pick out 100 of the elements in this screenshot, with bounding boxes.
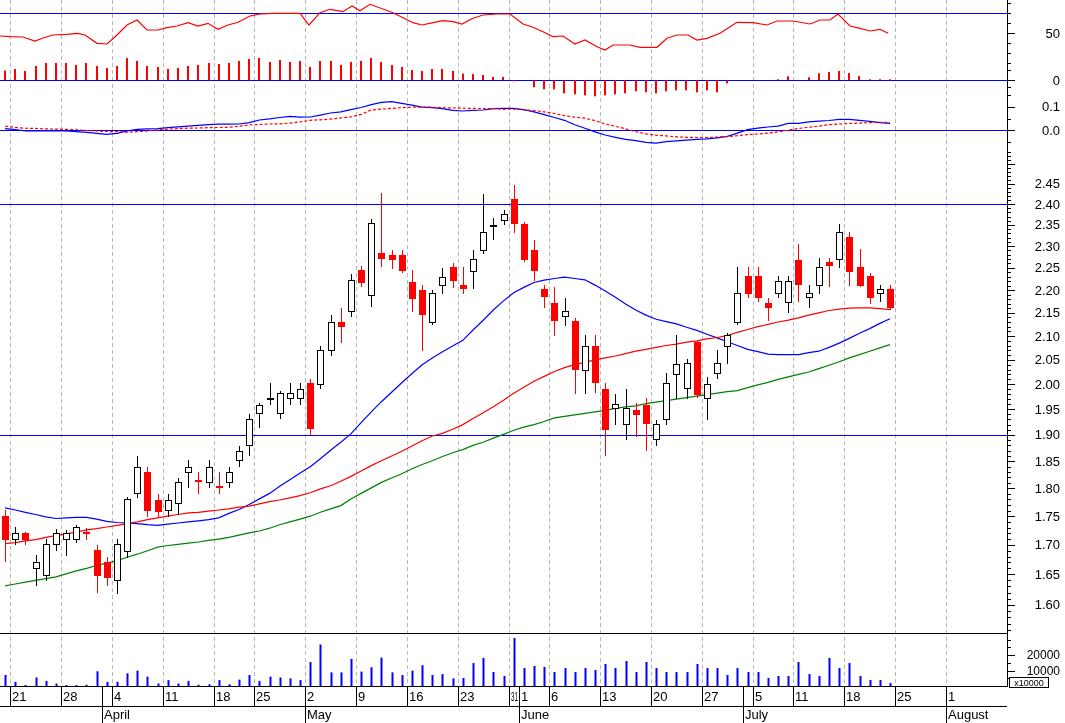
candlestick <box>816 257 823 295</box>
month-label: June <box>521 707 550 722</box>
date-label: 25 <box>897 689 912 704</box>
axis-label: 1.75 <box>1034 508 1060 524</box>
date-label: 11 <box>165 689 179 704</box>
axis-label: 0.1 <box>1041 99 1060 115</box>
candlestick <box>623 388 630 441</box>
candlestick <box>541 284 548 309</box>
axis-label: 20000 <box>1026 648 1060 662</box>
candlestick <box>307 378 314 436</box>
axis-label: 0.0 <box>1041 122 1060 138</box>
candlestick <box>531 239 538 282</box>
candlestick <box>256 402 263 429</box>
axis-label: 1.80 <box>1034 480 1060 496</box>
candlestick <box>480 193 487 255</box>
date-label: 13 <box>602 689 617 704</box>
candlestick <box>134 455 141 499</box>
candlestick <box>836 223 843 269</box>
candlestick <box>460 266 467 295</box>
date-label: 11 <box>795 689 809 704</box>
candlestick <box>450 262 457 289</box>
candlestick <box>663 372 670 426</box>
candlestick <box>633 402 640 438</box>
axis-label: 2.40 <box>1034 196 1060 212</box>
axis-label: 2.10 <box>1034 328 1060 344</box>
candlestick <box>826 257 833 288</box>
date-label: 6 <box>551 689 559 704</box>
axis-label: 2.30 <box>1034 238 1060 254</box>
candlestick <box>206 459 213 489</box>
candlestick <box>246 413 253 457</box>
candlestick <box>745 266 752 299</box>
candlestick <box>338 307 345 344</box>
candlestick <box>83 527 90 541</box>
candlestick <box>806 284 813 309</box>
date-label: 18 <box>216 689 231 704</box>
candlestick <box>63 529 70 557</box>
month-label: July <box>745 707 769 722</box>
candlestick <box>755 266 762 303</box>
candlestick <box>470 249 477 290</box>
candlestick <box>175 477 182 516</box>
candlestick <box>765 297 772 322</box>
candlestick <box>73 524 80 544</box>
candlestick <box>236 445 243 468</box>
candlestick <box>185 459 192 489</box>
candlestick <box>94 544 101 594</box>
axis-label: 1.65 <box>1034 566 1060 582</box>
candlestick <box>317 345 324 390</box>
axis-label: 2.00 <box>1034 376 1060 392</box>
axis-label: 1.60 <box>1034 597 1060 613</box>
candlestick <box>877 284 884 303</box>
date-label: 2 <box>307 689 315 704</box>
candlestick <box>592 334 599 394</box>
month-label: May <box>307 707 332 722</box>
month-label: August <box>948 707 989 722</box>
axis-label: 2.35 <box>1034 217 1060 233</box>
axis-label: 1.70 <box>1034 537 1060 553</box>
candlestick <box>673 334 680 400</box>
candlestick <box>439 267 446 295</box>
date-label: 9 <box>358 689 366 704</box>
candlestick <box>216 471 223 495</box>
candlestick <box>887 284 894 311</box>
date-label: 18 <box>846 689 861 704</box>
candlestick <box>490 217 497 241</box>
candlestick <box>287 382 294 406</box>
candlestick <box>389 249 396 270</box>
candlestick <box>684 358 691 400</box>
date-label: 28 <box>63 689 78 704</box>
candlestick <box>53 528 60 552</box>
candlestick <box>704 376 711 421</box>
candlestick <box>399 249 406 274</box>
candlestick <box>612 393 619 426</box>
candlestick <box>43 538 50 582</box>
axis-label: 1.90 <box>1034 427 1060 443</box>
candlestick <box>267 382 274 406</box>
candlestick <box>358 265 365 288</box>
candlestick <box>144 466 151 518</box>
date-label: 5 <box>755 689 763 704</box>
candlestick <box>114 538 121 595</box>
candlestick <box>562 297 569 327</box>
candlestick <box>582 334 589 395</box>
axis-label: 10000 <box>1026 663 1060 678</box>
candlestick <box>734 266 741 326</box>
date-label: 16 <box>409 689 424 704</box>
candlestick <box>277 390 284 420</box>
candlestick <box>328 314 335 357</box>
candlestick <box>195 471 202 495</box>
axis-label: 2.45 <box>1034 176 1060 192</box>
candlestick <box>501 209 508 226</box>
candlestick <box>551 286 558 337</box>
multiplier-label: x10000 <box>1009 677 1049 688</box>
date-label: 4 <box>114 689 122 704</box>
date-label: 25 <box>256 689 271 704</box>
candlestick <box>348 273 355 318</box>
candlestick <box>724 332 731 365</box>
candlestick <box>22 531 29 546</box>
candlestick <box>846 231 853 287</box>
candlestick <box>2 509 9 563</box>
date-label: 31 <box>511 689 518 704</box>
candlestick <box>643 397 650 452</box>
candlestick <box>429 289 436 326</box>
